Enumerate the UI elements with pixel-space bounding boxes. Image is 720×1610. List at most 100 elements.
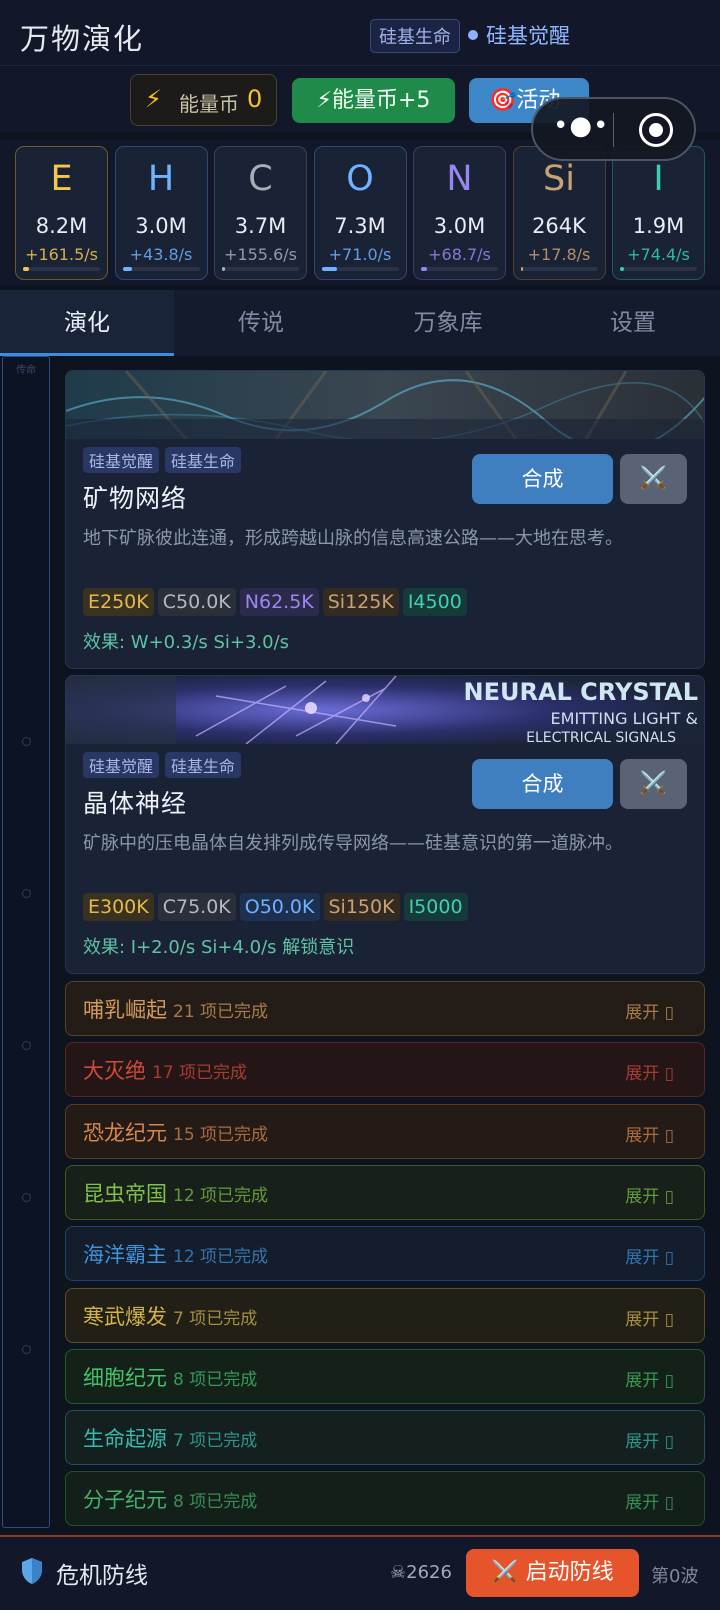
resource-symbol: O: [346, 159, 374, 199]
era-name: 大灭绝: [83, 1059, 146, 1084]
resource-amount: 3.0M: [135, 214, 187, 238]
expand-toggle[interactable]: 展开 ▯: [625, 1182, 674, 1207]
era-completed-count: 8 项已完成: [173, 1492, 258, 1513]
resource-symbol: Si: [543, 159, 575, 199]
resource-card-n[interactable]: N 3.0M +68.7/s: [413, 146, 506, 280]
resource-amount: 264K: [532, 214, 586, 238]
resource-symbol: N: [446, 159, 473, 199]
tab-settings[interactable]: 设置: [546, 290, 720, 356]
kill-count: ☠2626: [390, 1562, 452, 1583]
energy-value: 0: [247, 85, 263, 113]
era-name: 海洋霸主: [83, 1243, 167, 1268]
cost-chip: E250K: [83, 588, 154, 616]
era-completed-count: 12 项已完成: [173, 1185, 269, 1206]
rail-dot: [22, 889, 31, 898]
wave-counter: 第0波: [651, 1566, 699, 1587]
page-title: 万物演化: [20, 22, 145, 56]
era-row[interactable]: 分子纪元 8 项已完成 展开 ▯: [65, 1471, 705, 1527]
energy-balance: ⚡ 能量币 0: [130, 74, 277, 126]
era-row[interactable]: 寒武爆发 7 项已完成 展开 ▯: [65, 1287, 705, 1343]
resource-amount: 3.7M: [234, 214, 287, 238]
recipe-effect: 效果: I+2.0/s Si+4.0/s 解锁意识: [83, 937, 355, 958]
cost-chip: I5000: [403, 893, 468, 921]
resource-card-i[interactable]: I 1.9M +74.4/s: [612, 146, 705, 280]
banner-subline: EMITTING LIGHT &: [551, 709, 698, 728]
era-row[interactable]: 生命起源 7 项已完成 展开 ▯: [65, 1410, 705, 1466]
resource-progress: [421, 267, 498, 271]
tab-evolution[interactable]: 演化: [0, 290, 174, 356]
timeline-rail[interactable]: 传命: [2, 356, 50, 1528]
stage-badge: 硅基生命: [370, 19, 460, 53]
recipe-name: 矿物网络: [83, 484, 188, 513]
recipe-costs: E250K C50.0K N62.5K Si125K I4500: [83, 588, 471, 616]
resource-symbol: H: [147, 159, 175, 199]
expand-toggle[interactable]: 展开 ▯: [625, 1427, 674, 1452]
era-completed-count: 8 项已完成: [173, 1369, 258, 1390]
banner-headline: NEURAL CRYSTAL: [464, 678, 699, 706]
resource-panel: E 8.2M +161.5/s H 3.0M +43.8/s C 3.7M +155.6/s O 7…: [0, 140, 720, 285]
cost-chip: C50.0K: [157, 588, 236, 616]
stage-dot: [468, 30, 478, 40]
resource-rate: +43.8/s: [129, 245, 193, 264]
expand-toggle[interactable]: 展开 ▯: [625, 1059, 674, 1084]
rail-dot: [22, 1041, 31, 1050]
expand-toggle[interactable]: 展开 ▯: [625, 1488, 674, 1513]
tab-library[interactable]: 万象库: [348, 290, 548, 356]
resource-symbol: C: [248, 159, 273, 199]
era-name: 恐龙纪元: [83, 1120, 167, 1145]
more-menu-icon[interactable]: •●•: [553, 111, 609, 141]
era-row[interactable]: 哺乳崛起 21 项已完成 展开 ▯: [65, 981, 705, 1036]
recipe-effect: 效果: W+0.3/s Si+3.0/s: [83, 632, 290, 653]
era-row[interactable]: 细胞纪元 8 项已完成 展开 ▯: [65, 1348, 705, 1404]
resource-progress: [620, 267, 697, 271]
rail-dot: [22, 1193, 31, 1202]
close-target-icon[interactable]: [639, 113, 673, 147]
resource-card-c[interactable]: C 3.7M +155.6/s: [214, 146, 307, 280]
resource-symbol: E: [50, 159, 73, 199]
era-row[interactable]: 恐龙纪元 15 项已完成 展开 ▯: [65, 1103, 705, 1159]
energy-label: 能量币: [179, 92, 239, 116]
era-completed-count: 17 项已完成: [152, 1063, 248, 1084]
cost-chip: N62.5K: [239, 588, 319, 616]
expand-toggle[interactable]: 展开 ▯: [625, 1366, 674, 1391]
recipe-banner-image: NEURAL CRYSTAL EMITTING LIGHT & ELECTRIC…: [66, 676, 704, 744]
add-energy-button[interactable]: ⚡能量币+5: [292, 78, 455, 123]
recipe-costs: E300K C75.0K O50.0K Si150K I5000: [83, 893, 472, 921]
era-name: 哺乳崛起: [83, 998, 167, 1022]
category-tag: 硅基生命: [165, 447, 242, 473]
resource-card-e[interactable]: E 8.2M +161.5/s: [15, 146, 108, 280]
resource-card-o[interactable]: O 7.3M +71.0/s: [313, 146, 407, 280]
stage-current: 硅基觉醒: [486, 24, 570, 48]
era-name: 细胞纪元: [83, 1365, 167, 1390]
expand-toggle[interactable]: 展开 ▯: [625, 998, 674, 1023]
synthesize-button[interactable]: 合成: [472, 454, 613, 504]
resource-card-si[interactable]: Si 264K +17.8/s: [512, 146, 606, 280]
start-defense-button[interactable]: ⚔️ 启动防线: [466, 1549, 639, 1597]
rail-dot: [22, 1345, 31, 1354]
resource-rate: +17.8/s: [527, 245, 591, 264]
era-name: 昆虫帝国: [83, 1181, 167, 1206]
battle-button[interactable]: ⚔️: [620, 454, 687, 504]
era-row[interactable]: 昆虫帝国 12 项已完成 展开 ▯: [65, 1164, 705, 1220]
capsule-divider: [613, 113, 614, 147]
expand-toggle[interactable]: 展开 ▯: [625, 1121, 674, 1146]
tab-bar: 演化 传说 万象库 设置: [0, 290, 720, 356]
synthesize-button[interactable]: 合成: [472, 759, 613, 809]
resource-rate: +155.6/s: [224, 245, 297, 264]
expand-toggle[interactable]: 展开 ▯: [625, 1305, 674, 1330]
resource-rate: +161.5/s: [25, 245, 98, 264]
cost-chip: C75.0K: [157, 893, 236, 921]
era-completed-count: 21 项已完成: [173, 1002, 269, 1022]
era-row[interactable]: 海洋霸主 12 项已完成 展开 ▯: [65, 1226, 705, 1282]
tab-legend[interactable]: 传说: [174, 290, 348, 356]
era-row[interactable]: 大灭绝 17 项已完成 展开 ▯: [65, 1042, 705, 1098]
resource-rate: +68.7/s: [428, 245, 491, 264]
recipe-description: 矿脉中的压电晶体自发排列成传导网络——硅基意识的第一道脉冲。: [83, 833, 623, 854]
expand-toggle[interactable]: 展开 ▯: [625, 1243, 674, 1268]
era-tag: 硅基觉醒: [83, 752, 160, 778]
rail-dot: [22, 737, 31, 746]
resource-card-h[interactable]: H 3.0M +43.8/s: [114, 146, 208, 280]
era-completed-count: 7 项已完成: [173, 1431, 258, 1452]
resource-progress: [23, 267, 100, 271]
battle-button[interactable]: ⚔️: [620, 759, 687, 809]
